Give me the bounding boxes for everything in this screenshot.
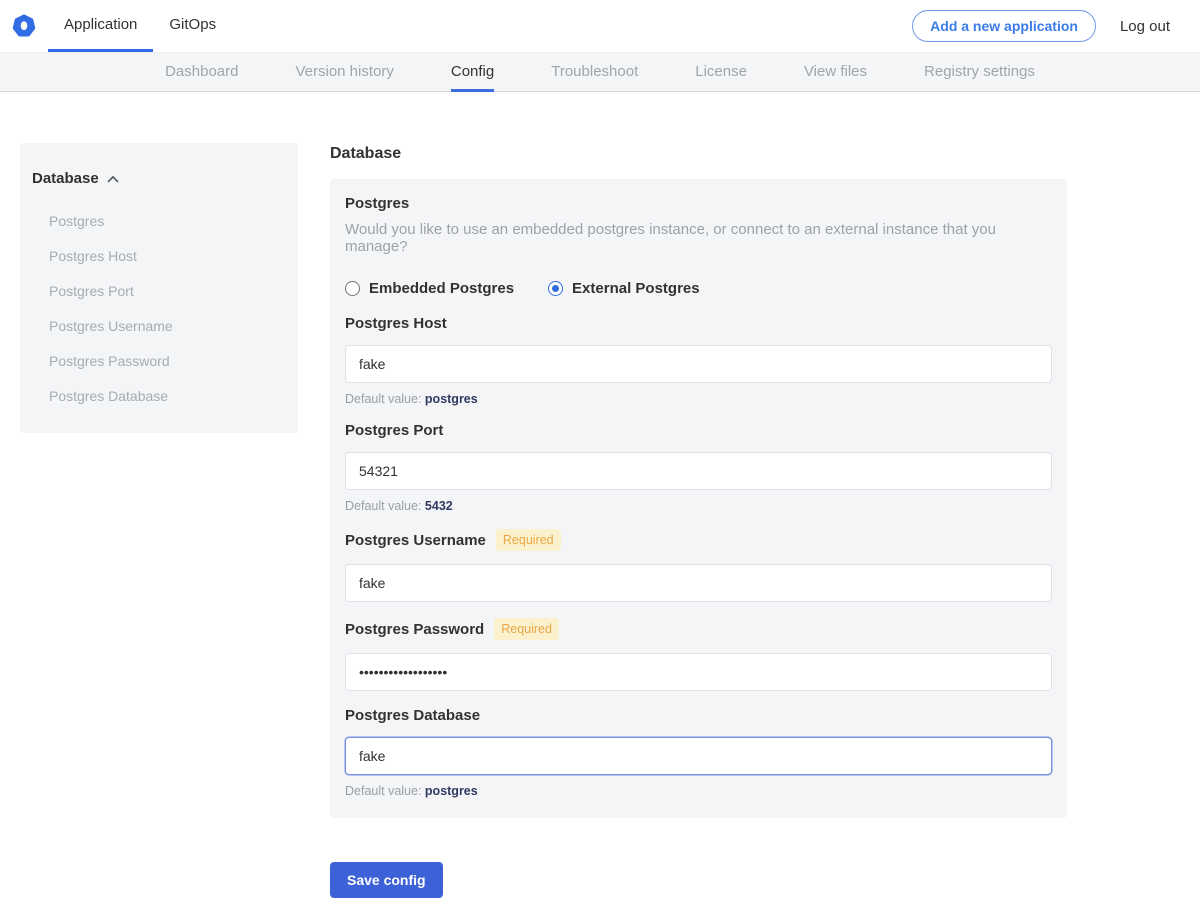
postgres-database-label: Postgres Database [345, 707, 480, 724]
subnav-registry-settings-label: Registry settings [924, 63, 1035, 80]
group-help-text: Would you like to use an embedded postgr… [345, 221, 1052, 255]
subnav-config-label: Config [451, 63, 494, 80]
postgres-host-label: Postgres Host [345, 315, 447, 332]
radio-embedded-postgres[interactable]: Embedded Postgres [345, 280, 514, 297]
tab-application-label: Application [64, 16, 137, 33]
default-prefix: Default value: [345, 499, 421, 513]
subnav-view-files[interactable]: View files [804, 53, 867, 92]
postgres-host-input[interactable] [345, 345, 1052, 383]
page-title: Database [330, 145, 1067, 163]
top-header: Application GitOps Add a new application… [0, 0, 1200, 52]
config-main: Database Postgres Would you like to use … [330, 143, 1067, 898]
subnav-version-history-label: Version history [295, 63, 393, 80]
chevron-up-icon [107, 175, 119, 183]
logout-link[interactable]: Log out [1120, 18, 1170, 35]
header-tabs: Application GitOps [48, 0, 232, 52]
postgres-password-label: Postgres Password [345, 621, 484, 638]
field-postgres-database: Postgres Database Default value: postgre… [345, 707, 1052, 798]
postgres-database-default-note: Default value: postgres [345, 784, 1052, 798]
subnav-dashboard-label: Dashboard [165, 63, 238, 80]
postgres-username-input[interactable] [345, 564, 1052, 602]
radio-external-postgres[interactable]: External Postgres [548, 280, 700, 297]
subnav-registry-settings[interactable]: Registry settings [924, 53, 1035, 92]
app-logo[interactable] [12, 0, 48, 52]
tab-gitops-label: GitOps [169, 16, 216, 33]
default-value: 5432 [425, 499, 453, 513]
default-value: postgres [425, 392, 478, 406]
radio-checked-icon [548, 281, 563, 296]
sidebar-item-postgres-port[interactable]: Postgres Port [32, 263, 282, 298]
required-badge: Required [494, 618, 559, 640]
postgres-port-default-note: Default value: 5432 [345, 499, 1052, 513]
default-value: postgres [425, 784, 478, 798]
required-badge: Required [496, 529, 561, 551]
default-prefix: Default value: [345, 392, 421, 406]
default-prefix: Default value: [345, 784, 421, 798]
subnav-license[interactable]: License [695, 53, 747, 92]
postgres-mode-radio-group: Embedded Postgres External Postgres [345, 280, 1052, 297]
app-subnav: Dashboard Version history Config Trouble… [0, 52, 1200, 92]
tab-application[interactable]: Application [48, 0, 153, 52]
postgres-port-label: Postgres Port [345, 422, 443, 439]
sidebar-item-postgres-database[interactable]: Postgres Database [32, 368, 282, 403]
header-right: Add a new application Log out [912, 0, 1170, 52]
subnav-troubleshoot-label: Troubleshoot [551, 63, 638, 80]
subnav-version-history[interactable]: Version history [295, 53, 393, 92]
subnav-config[interactable]: Config [451, 53, 494, 92]
save-config-button[interactable]: Save config [330, 862, 443, 898]
sidebar-group-database[interactable]: Database [32, 170, 282, 193]
subnav-view-files-label: View files [804, 63, 867, 80]
config-sidebar: Database Postgres Postgres Host Postgres… [20, 143, 298, 433]
subnav-license-label: License [695, 63, 747, 80]
field-postgres-password: Postgres Password Required [345, 618, 1052, 691]
field-postgres-port: Postgres Port Default value: 5432 [345, 422, 1052, 513]
sidebar-item-postgres-password[interactable]: Postgres Password [32, 333, 282, 368]
sidebar-item-postgres-host[interactable]: Postgres Host [32, 228, 282, 263]
postgres-password-input[interactable] [345, 653, 1052, 691]
postgres-config-group: Postgres Would you like to use an embedd… [330, 179, 1067, 818]
kots-logo-icon [12, 14, 36, 38]
subnav-troubleshoot[interactable]: Troubleshoot [551, 53, 638, 92]
group-title: Postgres [345, 195, 1052, 212]
field-postgres-username: Postgres Username Required [345, 529, 1052, 602]
subnav-dashboard[interactable]: Dashboard [165, 53, 238, 92]
radio-external-postgres-label: External Postgres [572, 280, 700, 297]
radio-embedded-postgres-label: Embedded Postgres [369, 280, 514, 297]
tab-gitops[interactable]: GitOps [153, 0, 232, 52]
radio-unchecked-icon [345, 281, 360, 296]
postgres-database-input[interactable] [345, 737, 1052, 775]
postgres-port-input[interactable] [345, 452, 1052, 490]
postgres-host-default-note: Default value: postgres [345, 392, 1052, 406]
add-new-application-button[interactable]: Add a new application [912, 10, 1096, 42]
field-postgres-host: Postgres Host Default value: postgres [345, 315, 1052, 406]
config-content: Database Postgres Postgres Host Postgres… [0, 92, 1200, 898]
sidebar-item-postgres[interactable]: Postgres [32, 193, 282, 228]
postgres-username-label: Postgres Username [345, 532, 486, 549]
sidebar-group-database-label: Database [32, 170, 99, 187]
sidebar-item-postgres-username[interactable]: Postgres Username [32, 298, 282, 333]
